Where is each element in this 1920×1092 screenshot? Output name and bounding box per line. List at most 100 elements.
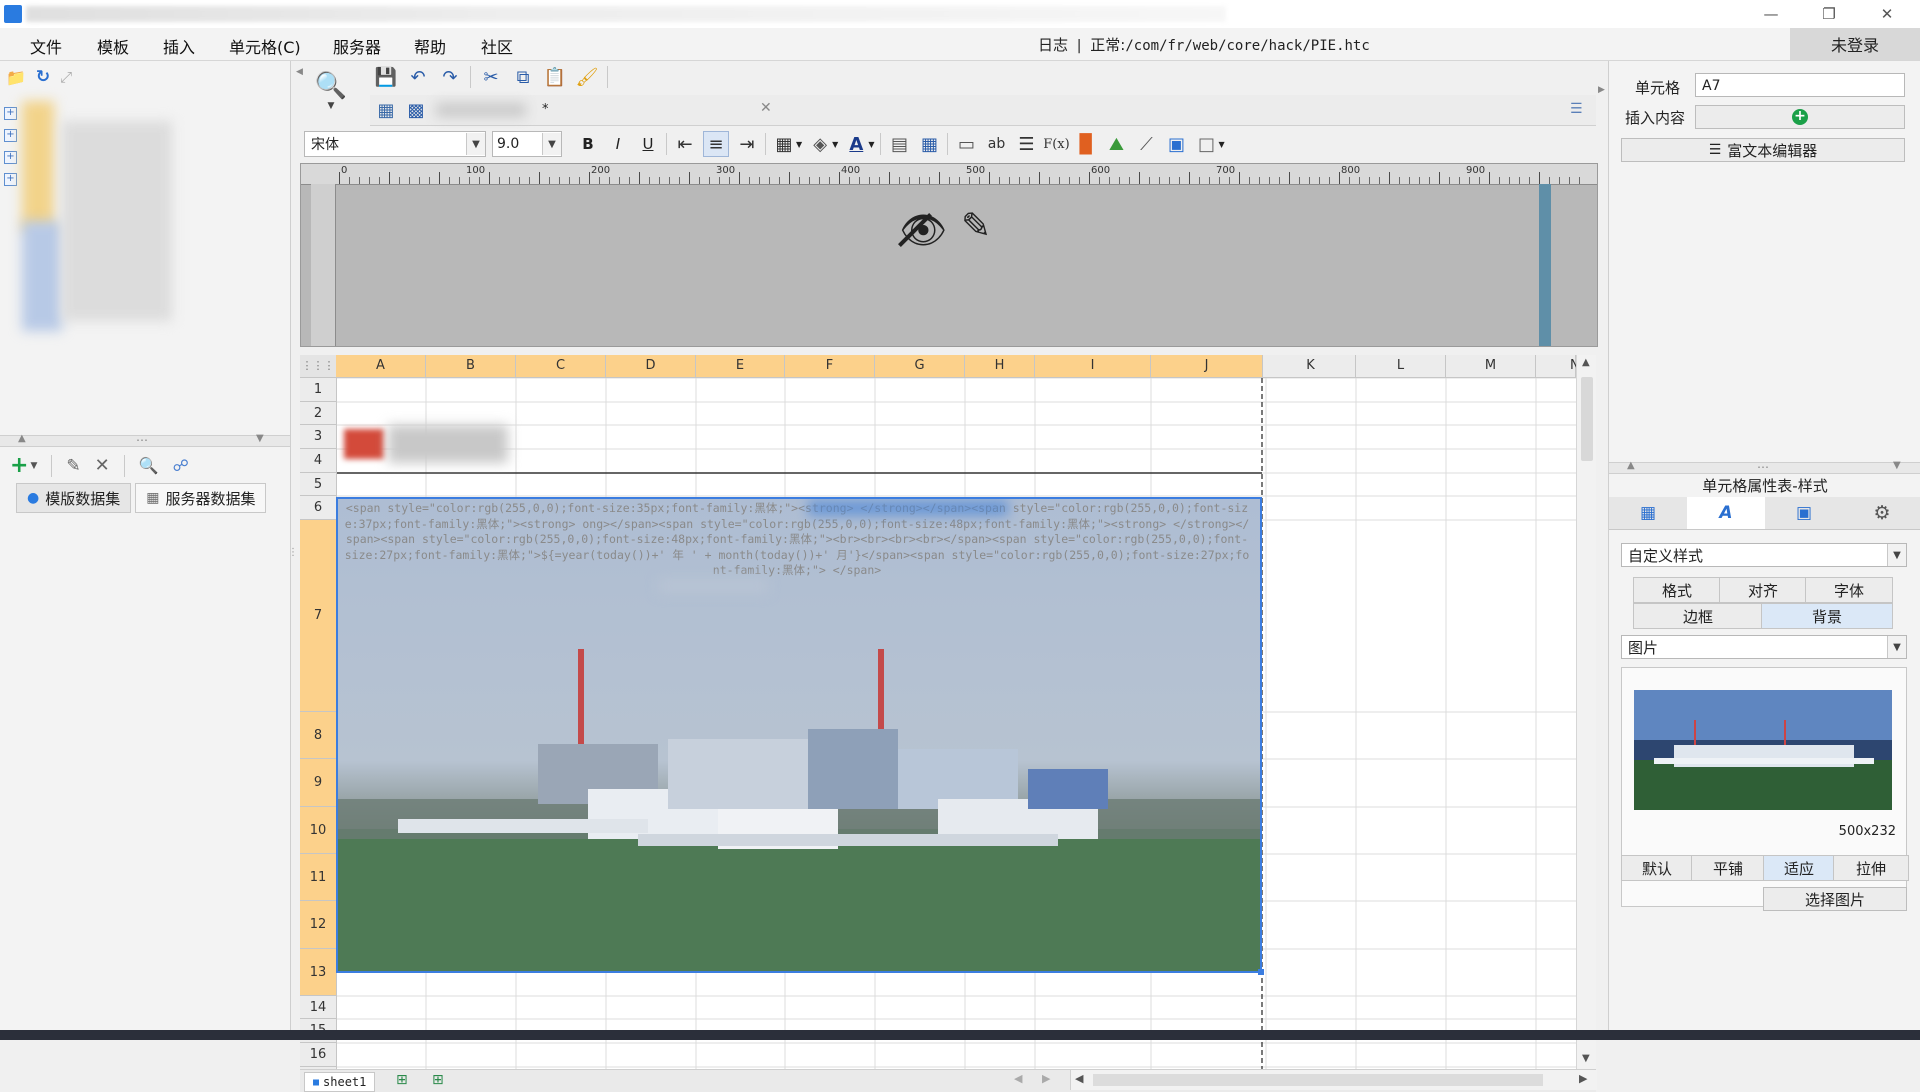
row-header-13[interactable]: 13 [300,949,336,996]
richtext-icon[interactable]: ☰ [1014,132,1038,156]
right-splitter[interactable]: ▲ … ▼ [1609,457,1920,474]
row-header-6[interactable]: 6 [300,496,336,520]
tab-border[interactable]: 边框 [1633,603,1763,629]
italic-button[interactable]: I [606,132,630,156]
menu-insert[interactable]: 插入 [163,34,195,58]
widget-icon[interactable]: □ [1194,132,1218,156]
tab-report[interactable]: * [432,99,642,123]
scroll-right-icon[interactable]: ▶ [1579,1072,1587,1085]
horizontal-scrollbar[interactable]: ◀ ▶ [1070,1070,1597,1090]
chart-icon[interactable]: ▉ [1074,132,1098,156]
merge-cells-icon[interactable]: ▤ [887,132,911,156]
tab-server-dataset[interactable]: ▦ 服务器数据集 [135,483,267,513]
close-icon[interactable]: ✕ [1864,0,1910,28]
dropdown-icon[interactable]: ▼ [796,140,802,149]
column-header-j[interactable]: J [1151,355,1263,377]
column-header-d[interactable]: D [606,355,696,377]
column-header-g[interactable]: G [875,355,965,377]
edit-icon[interactable]: ✎ [66,456,80,476]
fill-color-icon[interactable]: ◈ [808,132,832,156]
column-header-i[interactable]: I [1035,355,1151,377]
tab-template-dataset[interactable]: ● 模版数据集 [16,483,132,513]
menu-server[interactable]: 服务器 [333,34,381,58]
row-header-16[interactable]: 16 [300,1043,336,1067]
row-header-9[interactable]: 9 [300,759,336,807]
scroll-thumb[interactable] [1581,377,1593,461]
align-right-icon[interactable]: ⇥ [735,132,759,156]
row-header-14[interactable]: 14 [300,996,336,1019]
font-color-icon[interactable]: A [844,132,868,156]
add-form-sheet-icon[interactable]: ⊞ [432,1072,444,1088]
scroll-up-icon[interactable]: ▲ [1582,357,1590,368]
prev-sheet-icon[interactable]: ◀ [1014,1072,1022,1085]
tab-attributes-icon[interactable]: ▣ [1765,497,1844,529]
row-header-1[interactable]: 1 [300,378,336,402]
menu-template[interactable]: 模板 [97,34,129,58]
folder-icon[interactable]: 📁 [6,68,26,87]
row-header-2[interactable]: 2 [300,402,336,425]
font-family-select[interactable]: 宋体 ▼ [304,131,486,157]
sheet-tab-sheet1[interactable]: ■ sheet1 [304,1072,376,1092]
undo-icon[interactable]: ↶ [406,65,430,89]
fill-handle[interactable] [1258,969,1264,975]
form-icon[interactable]: ▩ [404,98,428,122]
row-header-12[interactable]: 12 [300,901,336,949]
dropdown-icon[interactable]: ▼ [1218,140,1224,149]
underline-button[interactable]: U [636,132,660,156]
save-icon[interactable]: 💾 [374,65,398,89]
border-icon[interactable]: ▦ [772,132,796,156]
dropdown-icon[interactable]: ▼ [868,140,874,149]
close-tab-icon[interactable]: ✕ [760,100,772,116]
toggle-right-icon[interactable]: ▶ [1598,85,1605,95]
option-stretch[interactable]: 拉伸 [1833,855,1909,881]
insert-row-icon[interactable]: ▭ [954,132,978,156]
column-header-h[interactable]: H [965,355,1035,377]
format-painter-icon[interactable]: 🖌 [575,65,599,89]
next-sheet-icon[interactable]: ▶ [1042,1072,1050,1085]
tab-align[interactable]: 对齐 [1719,577,1807,603]
collapse-icon[interactable]: ⤢ [60,68,72,86]
add-dataset-icon[interactable]: + [10,453,28,478]
restore-icon[interactable]: ❐ [1806,0,1852,28]
horizontal-scroll-thumb[interactable] [1093,1074,1543,1086]
style-select[interactable]: 自定义样式 ▼ [1621,543,1907,567]
selected-merged-cell[interactable]: <span style="color:rgb(255,0,0);font-siz… [336,497,1262,973]
row-header-5[interactable]: 5 [300,473,336,496]
menu-file[interactable]: 文件 [30,34,62,58]
expand-icon[interactable]: + [4,173,17,186]
formula-icon[interactable]: F(x) [1043,132,1070,156]
copy-icon[interactable]: ⧉ [511,65,535,89]
row-header-4[interactable]: 4 [300,449,336,473]
scroll-down-icon[interactable]: ▼ [1582,1053,1590,1064]
insert-content-button[interactable]: + [1695,105,1905,129]
delete-icon[interactable]: ✕ [95,455,110,476]
column-header-b[interactable]: B [426,355,516,377]
row-header-8[interactable]: 8 [300,712,336,759]
spreadsheet-grid[interactable]: ⋮⋮⋮ A B C D E F G H I J K L M N 1 2 3 4 … [300,355,1596,1069]
tab-style-icon[interactable]: A [1687,497,1766,529]
bold-button[interactable]: B [576,132,600,156]
menu-cell[interactable]: 单元格(C) [229,34,301,58]
refresh-icon[interactable]: ↻ [36,67,50,87]
text-icon[interactable]: ab [984,132,1008,156]
select-all-corner[interactable]: ⋮⋮⋮ [300,355,337,377]
row-header-3[interactable]: 3 [300,425,336,449]
scroll-left-icon[interactable]: ◀ [1075,1072,1083,1085]
tab-format[interactable]: 格式 [1633,577,1721,603]
row-header-11[interactable]: 11 [300,854,336,901]
log-link[interactable]: 日志 [1038,36,1068,54]
column-header-e[interactable]: E [696,355,785,377]
column-header-a[interactable]: A [336,355,426,377]
menu-help[interactable]: 帮助 [414,34,446,58]
option-fit[interactable]: 适应 [1763,855,1835,881]
tab-settings-icon[interactable]: ⚙ [1843,497,1920,529]
tab-cell-element-icon[interactable]: ▦ [1609,497,1688,529]
cut-icon[interactable]: ✂ [479,65,503,89]
tab-background[interactable]: 背景 [1761,603,1893,629]
left-splitter[interactable]: ▲ … ▼ [0,430,290,447]
column-header-c[interactable]: C [516,355,606,377]
option-default[interactable]: 默认 [1621,855,1693,881]
panel-menu-icon[interactable]: ☰ [1570,101,1583,117]
add-sheet-icon[interactable]: ⊞ [396,1072,408,1088]
tab-font[interactable]: 字体 [1805,577,1893,603]
